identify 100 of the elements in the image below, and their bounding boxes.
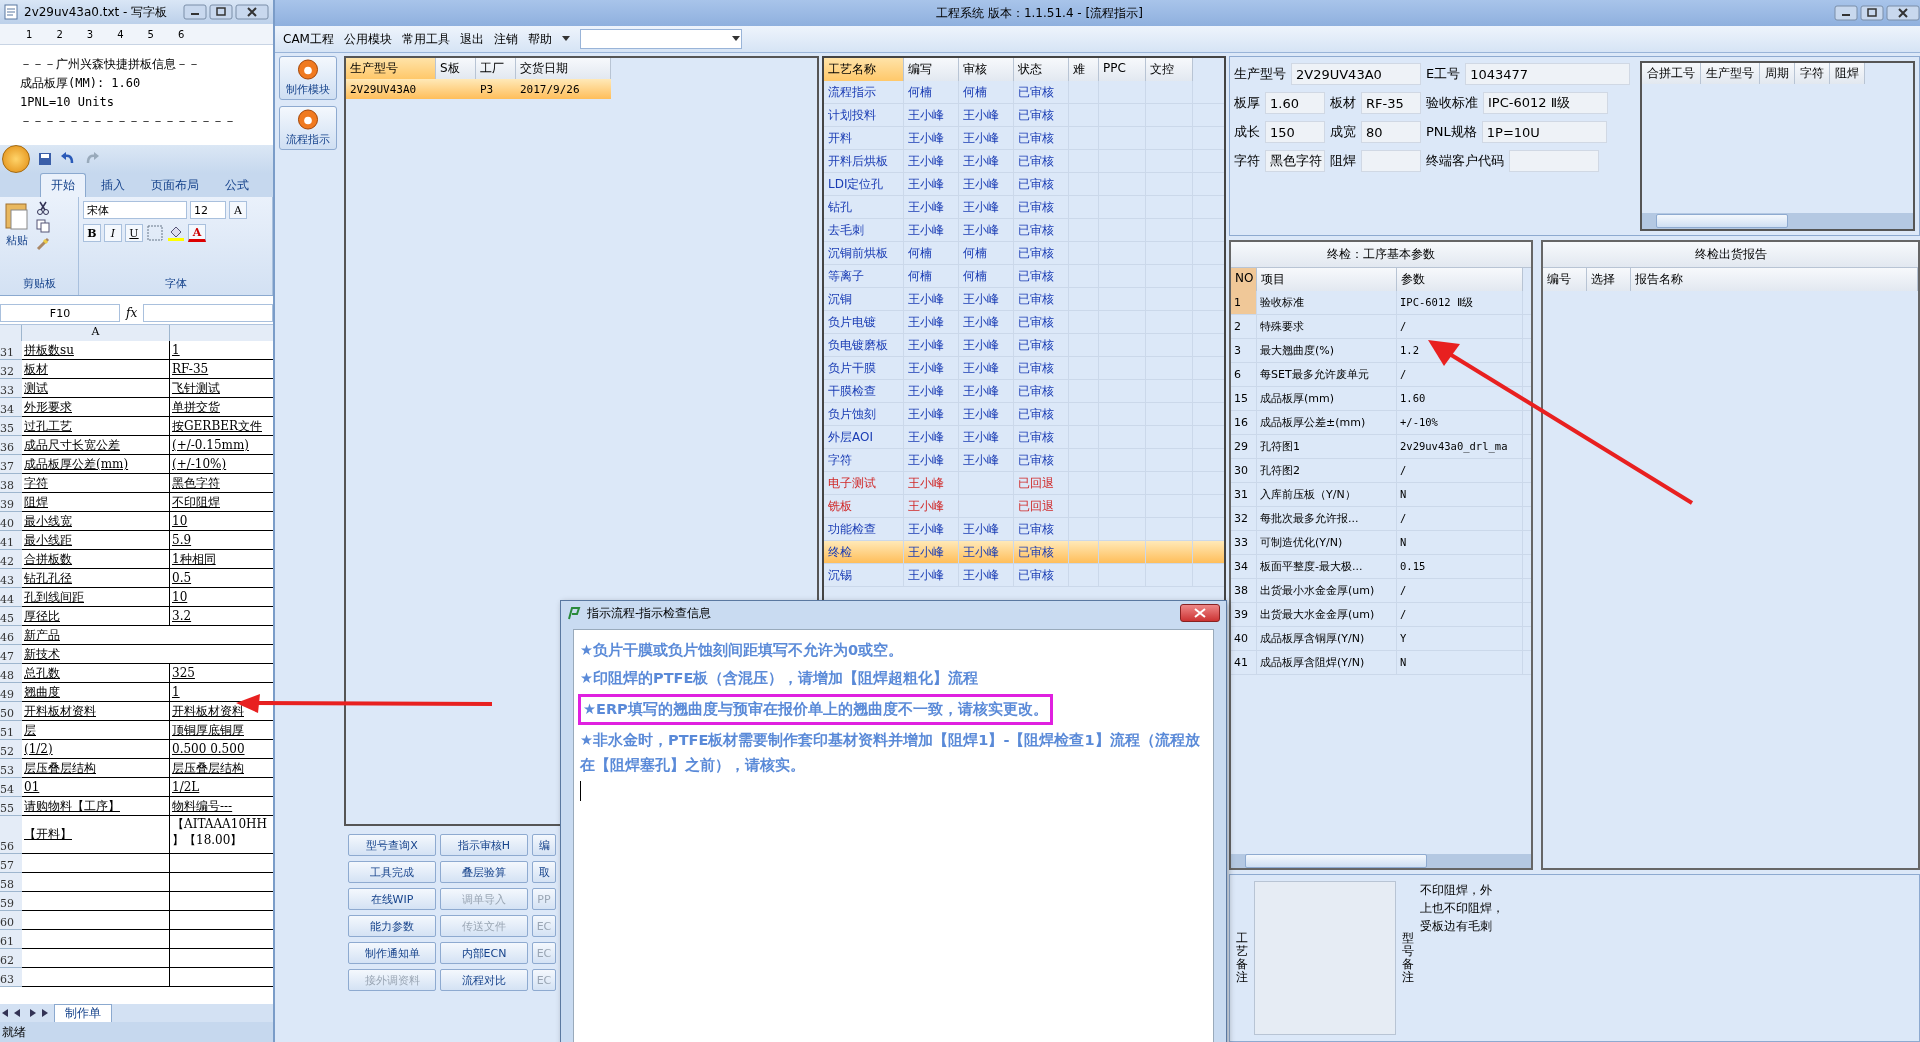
format-button[interactable]: I [104,224,122,242]
maximize-icon[interactable] [1860,5,1884,21]
close-button[interactable] [1180,604,1220,622]
close-icon[interactable] [235,4,269,20]
status-text: 就绪 [2,1023,26,1041]
menu-item[interactable]: 公用模块 [343,30,392,48]
sheet-cell-text: 按GERBER文件 [171,418,263,435]
name-box[interactable]: F10 [0,304,120,322]
table-cell: / [1397,459,1523,482]
row-number: 37 [0,455,22,474]
table-cell: 成品板厚(mm) [1257,387,1397,410]
action-button[interactable]: 内部ECN [440,942,528,964]
text-field[interactable]: 80 [1361,121,1421,143]
menu-item[interactable]: 常用工具 [401,30,450,48]
row-number: 60 [0,911,22,930]
dropdown-field[interactable] [579,29,742,49]
notes-field[interactable] [1254,881,1396,1035]
module-button[interactable]: 流程指示 [279,106,337,150]
sheet-tab[interactable]: 制作单 [54,1003,112,1023]
text-field[interactable]: 2V29UV43A0 [1291,63,1421,85]
table-cell: +/-10% [1397,411,1523,434]
column-header: 生产型号 [1701,63,1760,84]
table-cell: 已回退 [1014,472,1069,494]
sheet-cell: 孔到线间距 [22,588,170,606]
table-cell: 王小峰 [959,150,1014,172]
caret-icon[interactable] [730,36,741,42]
action-button[interactable]: 在线WIP [348,888,436,910]
action-button[interactable]: 制作通知单 [348,942,436,964]
menu-item[interactable]: 帮助 [527,30,552,48]
format-button[interactable]: B [83,224,101,242]
action-button[interactable]: 指示审核H [440,834,528,856]
maximize-icon[interactable] [209,4,233,20]
table-cell: 负片蚀刻 [824,403,904,425]
action-button[interactable]: 叠层验算 [440,861,528,883]
caret-icon[interactable] [561,36,570,42]
table-cell: 已审核 [1014,426,1069,448]
table-cell: 已审核 [1014,219,1069,241]
text-field[interactable] [1361,150,1421,172]
table-cell: 3 [1231,339,1257,362]
menu-item[interactable]: 退出 [459,30,484,48]
text-field[interactable]: 1.60 [1265,92,1325,114]
grow-font-button[interactable]: A [229,201,247,219]
column-header: NO [1231,268,1257,291]
action-button[interactable]: 型号查询X [348,834,436,856]
table-cell: 王小峰 [959,334,1014,356]
action-button[interactable]: 工具完成 [348,861,436,883]
ruler-mark: 1 [26,28,33,40]
action-button[interactable]: 流程对比 [440,969,528,991]
ribbon-tab[interactable]: 开始 [40,173,86,197]
sheet-cell: 01 [22,778,170,796]
row-number: 36 [0,436,22,455]
ribbon-tab[interactable]: 页面布局 [140,173,210,197]
action-button[interactable]: 取 [532,861,556,883]
sheet-nav-icon[interactable] [0,1008,50,1018]
undo-icon[interactable] [60,152,76,166]
order-row[interactable]: 2V29UV43A0 P3 2017/9/26 [346,79,611,99]
text-field[interactable]: RF-35 [1361,92,1421,114]
text-field[interactable] [1509,150,1599,172]
text-field[interactable]: 150 [1265,121,1325,143]
menu-item[interactable]: CAM工程 [283,30,334,48]
ribbon-tab[interactable]: 公式 [214,173,260,197]
scissors-icon[interactable] [36,201,50,215]
save-icon[interactable] [38,152,52,166]
table-cell: 负片电镀 [824,311,904,333]
table-cell: 王小峰 [904,127,959,149]
sheet-cell-text: 10 [171,589,189,606]
module-button[interactable]: 制作模块 [279,56,337,100]
sheet-cell-text: 飞针测试 [171,380,221,397]
sheet-cell: 开料板材资料 [22,702,170,720]
sheet-cell-text: 黑色字符 [171,475,221,492]
formula-field[interactable] [143,304,273,322]
brush-icon[interactable] [36,237,50,251]
text-field[interactable]: 黑色字符 [1265,150,1325,172]
action-button[interactable]: 编 [532,834,556,856]
copy-icon[interactable] [36,219,50,233]
format-button[interactable]: U [125,224,143,242]
field-label: 成长 [1234,123,1260,141]
text-field[interactable]: 1P=10U [1481,121,1607,143]
fill-color-icon[interactable] [167,224,185,242]
font-color-button[interactable]: A [188,224,206,242]
close-icon[interactable] [1886,5,1920,21]
row-number: 39 [0,493,22,512]
table-cell: 已回退 [1014,495,1069,517]
font-name-field[interactable]: 宋体 [83,201,187,219]
sheet-cell-text: 3.2 [171,608,193,625]
window-title: 工程系统 版本：1.1.51.4 - [流程指示] [936,4,1143,22]
action-button[interactable]: 能力参数 [348,915,436,937]
ribbon-tab[interactable]: 插入 [90,173,136,197]
menu-item[interactable]: 注销 [493,30,518,48]
minimize-icon[interactable] [1834,5,1858,21]
scrollbar[interactable] [1642,213,1913,229]
office-button[interactable] [2,145,30,173]
text-field[interactable]: 1043477 [1465,63,1631,85]
scrollbar[interactable] [1231,854,1531,868]
minimize-icon[interactable] [183,4,207,20]
font-size-field[interactable]: 12 [190,201,226,219]
text-field[interactable]: IPC-6012 Ⅱ级 [1483,92,1608,114]
table-cell: 31 [1231,483,1257,506]
table-cell: 已审核 [1014,265,1069,287]
paste-button[interactable]: 粘贴 [4,201,30,251]
